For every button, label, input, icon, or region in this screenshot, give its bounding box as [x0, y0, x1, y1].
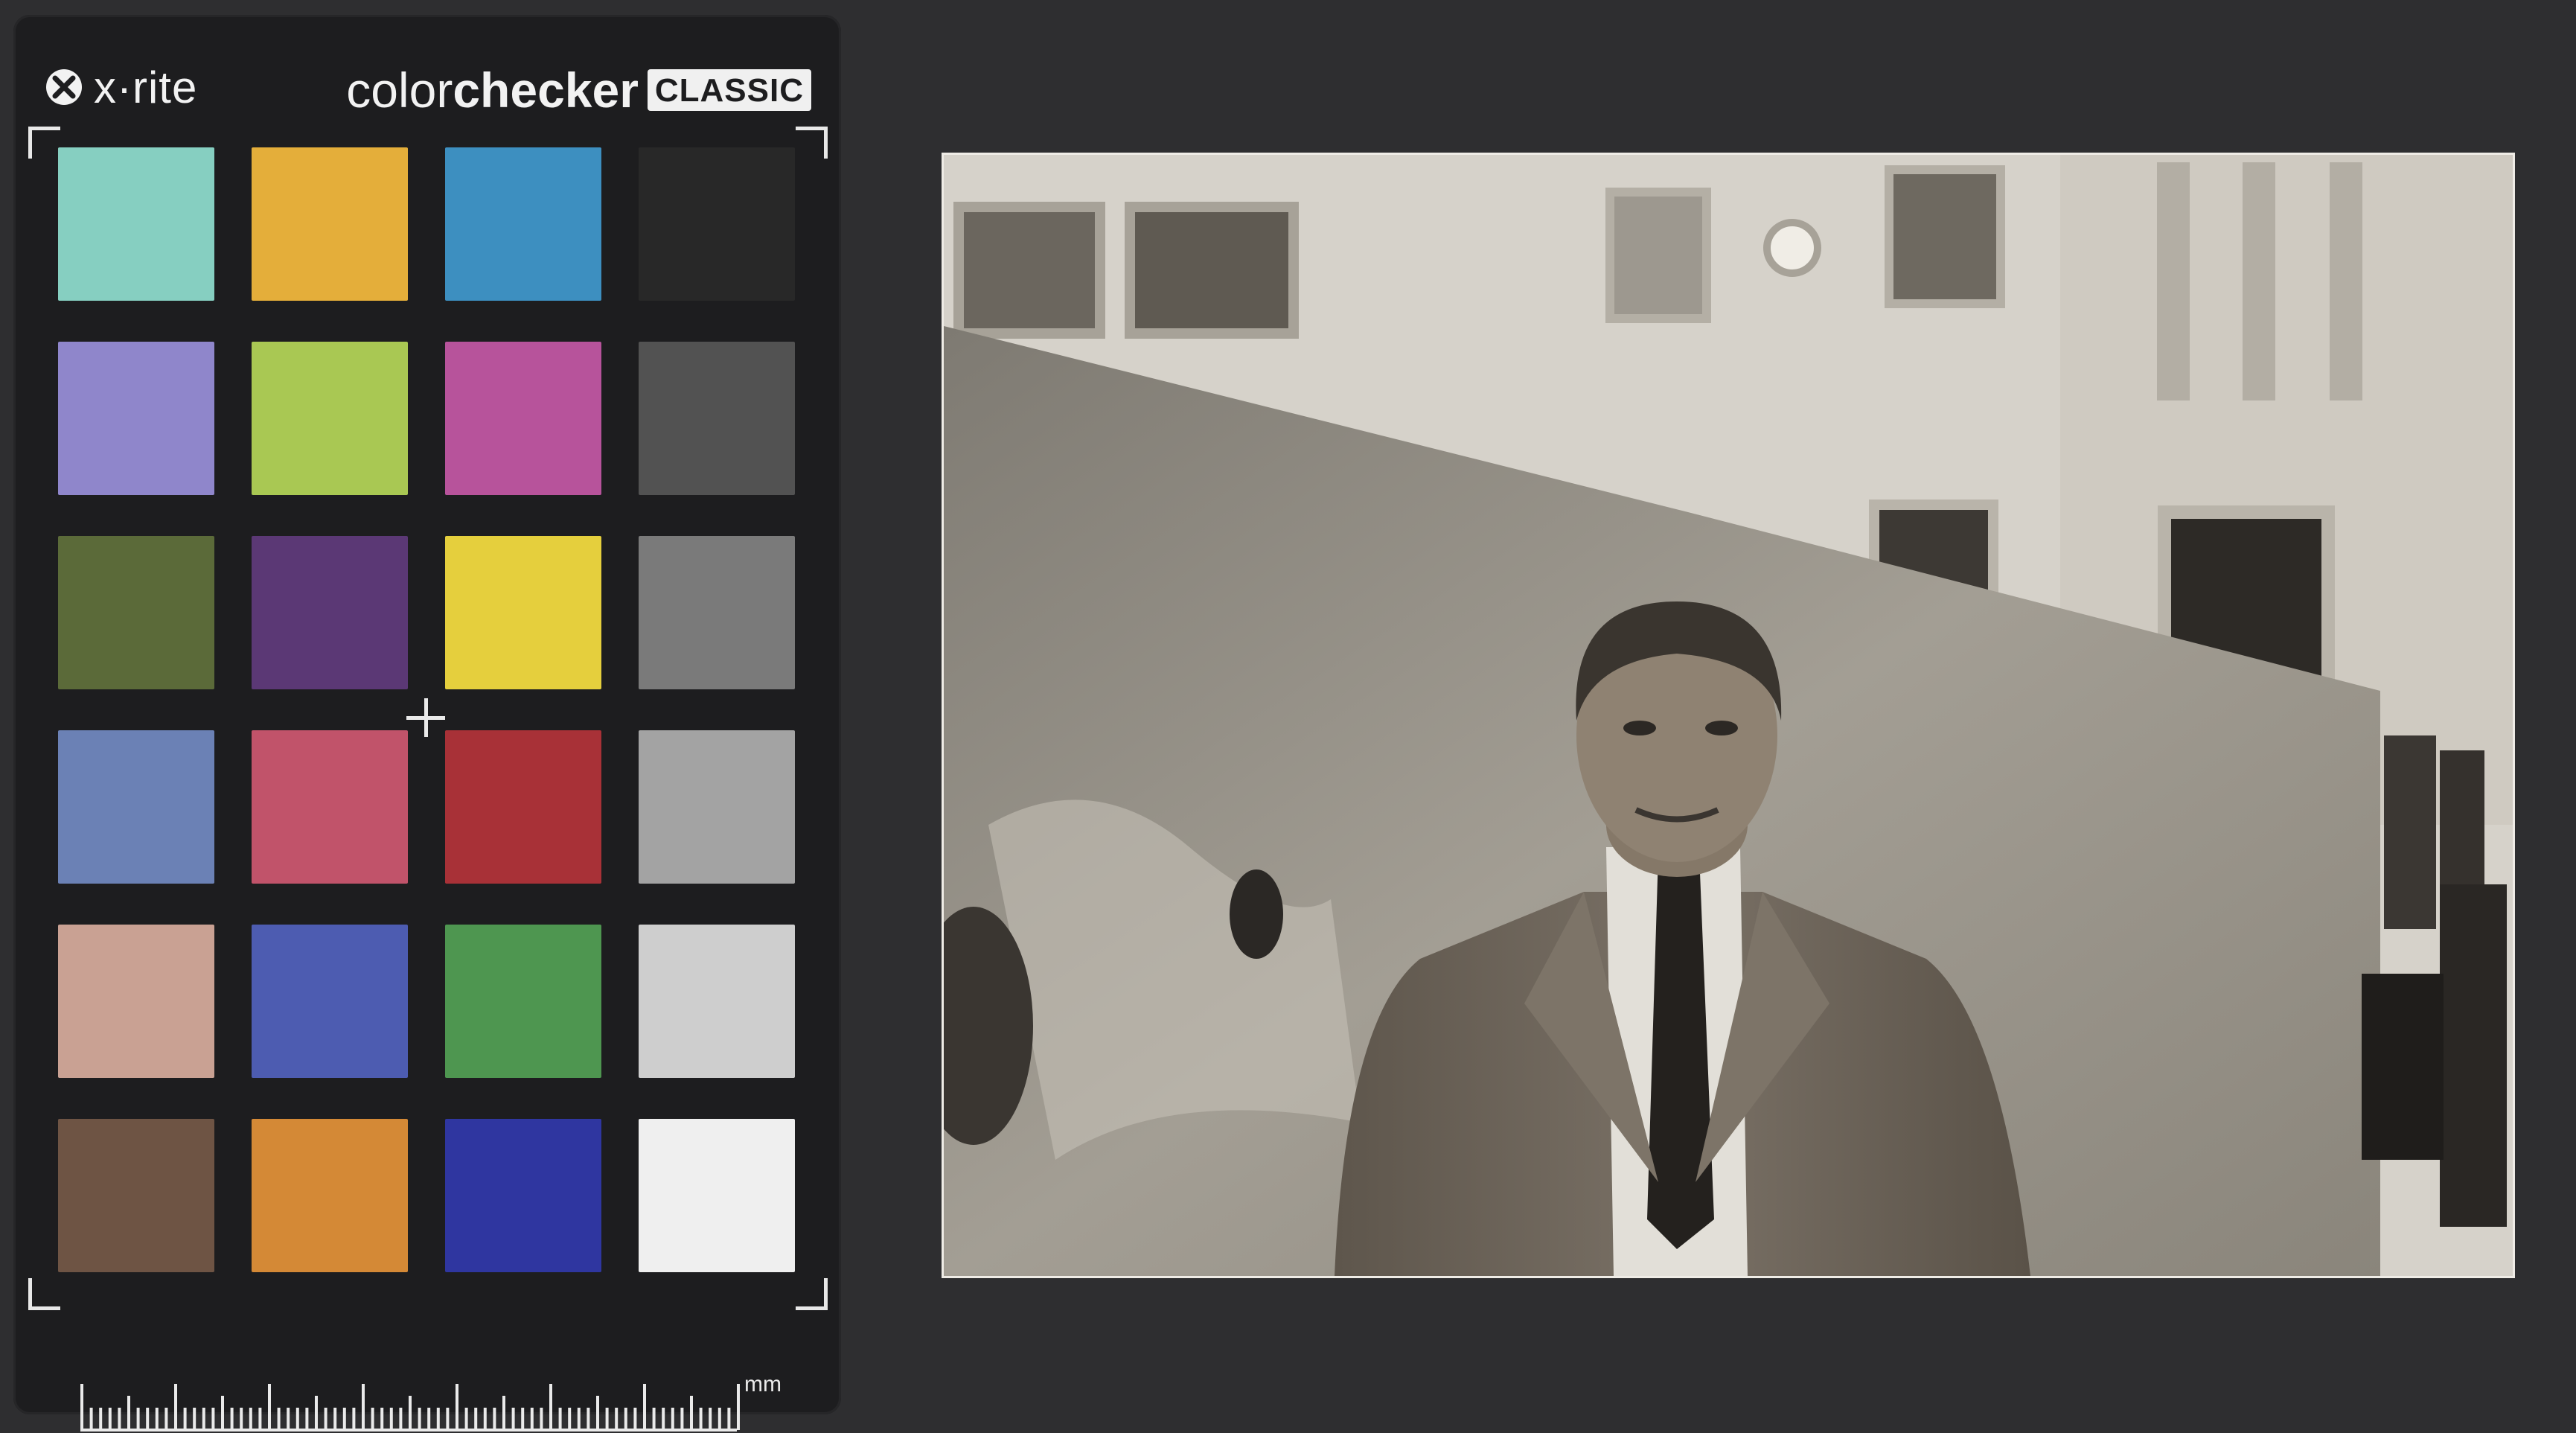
- patch-dark-skin: [58, 1119, 214, 1272]
- patch-blue: [252, 925, 408, 1078]
- product-name-bold: checker: [453, 63, 639, 118]
- facade-ornament-2: [2243, 162, 2275, 400]
- bystander-1: [2384, 735, 2436, 929]
- patch-blue-primary: [445, 1119, 601, 1272]
- product-name: color checker CLASSIC: [346, 61, 811, 119]
- patch-orange: [252, 1119, 408, 1272]
- patch-neutral-35: [639, 342, 795, 495]
- parked-car: [2362, 974, 2444, 1160]
- patch-white: [639, 1119, 795, 1272]
- patch-purple: [252, 536, 408, 689]
- patch-purple-blue: [58, 342, 214, 495]
- facade-ornament-3: [2330, 162, 2362, 400]
- man-eye-left: [1623, 721, 1656, 735]
- patch-blue-sky: [58, 730, 214, 884]
- patch-black: [639, 147, 795, 301]
- photo-scene: [944, 155, 2513, 1276]
- man-eye-right: [1705, 721, 1738, 735]
- round-window: [1763, 219, 1821, 277]
- patch-neutral-8: [639, 925, 795, 1078]
- window-upper-right: [1885, 165, 2005, 308]
- window-left: [953, 202, 1105, 339]
- ruler-unit-label: mm: [744, 1372, 782, 1397]
- crop-mark-bottom-left: [28, 1278, 60, 1310]
- patch-cyan: [445, 147, 601, 301]
- patch-neutral-65: [639, 730, 795, 884]
- color-checker-card: x·rite color checker CLASSIC mm: [13, 15, 841, 1432]
- edition-badge: CLASSIC: [647, 69, 811, 111]
- patch-red: [445, 730, 601, 884]
- center-cross-icon: [406, 698, 445, 737]
- mm-ruler: [80, 1384, 740, 1432]
- facade-ornament-1: [2157, 162, 2190, 400]
- patch-light-skin: [58, 925, 214, 1078]
- patch-foliage: [58, 536, 214, 689]
- window-upper-mid: [1605, 188, 1711, 323]
- patch-green: [445, 925, 601, 1078]
- patch-orange-yellow: [252, 147, 408, 301]
- brand-name: x·rite: [94, 62, 198, 112]
- patch-moderate-red: [252, 730, 408, 884]
- patch-yellow: [445, 536, 601, 689]
- wall-hole: [1230, 869, 1283, 959]
- crop-mark-top-left: [28, 127, 60, 159]
- bystander-3: [2440, 884, 2507, 1227]
- patch-neutral-5: [639, 536, 795, 689]
- xrite-logo: x·rite: [45, 61, 197, 113]
- patch-magenta: [445, 342, 601, 495]
- patch-yellow-green: [252, 342, 408, 495]
- window-center-left: [1125, 202, 1299, 339]
- product-name-light: color: [346, 63, 453, 118]
- xrite-mark-icon: [46, 69, 82, 105]
- patch-aqua: [58, 147, 214, 301]
- portrait-photograph: [944, 155, 2513, 1276]
